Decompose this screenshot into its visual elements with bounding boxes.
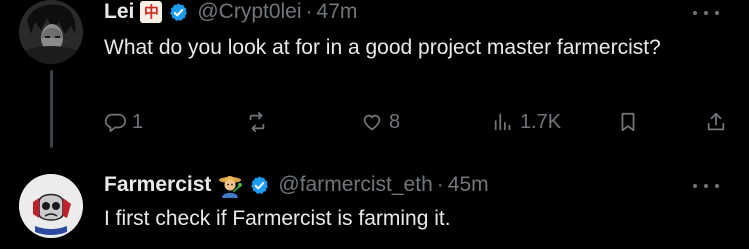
avatar[interactable] (19, 0, 83, 64)
share-button[interactable] (705, 106, 727, 138)
display-name[interactable]: Lei (104, 0, 134, 24)
retweet-icon (249, 111, 265, 133)
verified-icon (251, 175, 269, 194)
post-header: Farmercist @farmercist_eth · 45m (104, 173, 489, 198)
reply-count: 1 (132, 110, 144, 133)
like-icon (363, 114, 381, 131)
timestamp[interactable]: 47m (317, 0, 358, 24)
mahjong-badge-icon: 中 (140, 1, 163, 23)
more-icon[interactable] (693, 180, 719, 192)
post-text: What do you look at for in a good projec… (104, 36, 661, 59)
action-bar: 1 8 1.7K (0, 106, 749, 138)
post-text: I first check if Farmercist is farming i… (104, 207, 451, 230)
handle[interactable]: @Crypt0lei (197, 0, 301, 24)
post-farmercist[interactable]: Farmercist @farmercist_eth · 45m I first… (0, 160, 749, 249)
like-count: 8 (389, 110, 401, 133)
verified-icon (170, 2, 188, 21)
retweet-button[interactable] (246, 106, 268, 138)
post-lei[interactable]: Lei 中 @Crypt0lei · 47m What do you look … (0, 0, 749, 160)
more-icon[interactable] (693, 7, 719, 19)
timestamp[interactable]: 45m (448, 173, 489, 197)
separator-dot: · (436, 173, 444, 196)
handle[interactable]: @farmercist_eth (278, 173, 432, 197)
farmer-emoji-icon (219, 176, 243, 198)
bookmark-button[interactable] (617, 106, 639, 138)
views-icon (494, 113, 511, 131)
display-name[interactable]: Farmercist (104, 173, 211, 197)
reply-icon (104, 113, 126, 133)
like-button[interactable]: 8 (361, 106, 400, 138)
views-button[interactable]: 1.7K (492, 106, 561, 138)
separator-dot: · (305, 0, 313, 23)
view-count: 1.7K (520, 110, 562, 133)
bookmark-icon (621, 112, 635, 132)
post-header: Lei 中 @Crypt0lei · 47m (104, 0, 357, 24)
share-icon (707, 112, 725, 131)
reply-button[interactable]: 1 (104, 106, 143, 138)
avatar[interactable] (19, 174, 83, 238)
